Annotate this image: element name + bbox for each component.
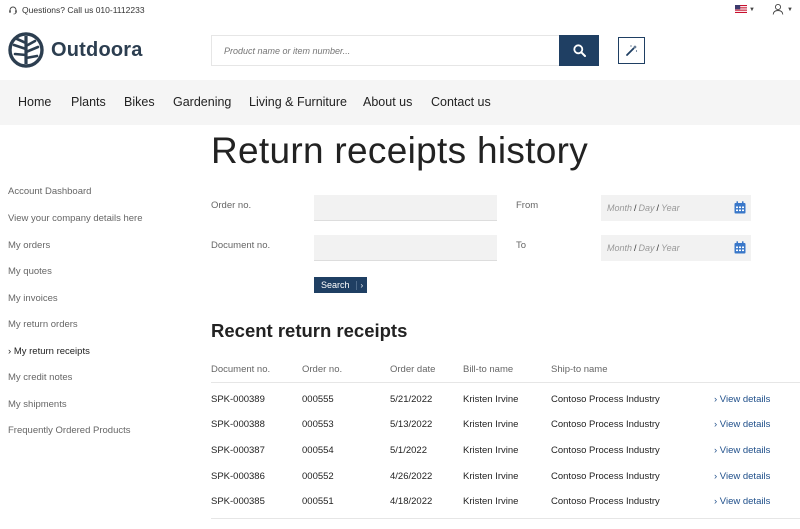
order-date-cell: 4/18/2022 (390, 496, 433, 507)
sidebar-item-account-dashboard[interactable]: Account Dashboard (8, 186, 91, 197)
outdoora-logo-icon (8, 32, 44, 68)
to-date-label: To (516, 240, 527, 251)
nav-item-home[interactable]: Home (18, 95, 51, 109)
order-no-cell: 000553 (302, 419, 334, 430)
search-button[interactable] (559, 35, 599, 66)
nav-item-gardening[interactable]: Gardening (173, 95, 231, 109)
page-title: Return receipts history (211, 130, 589, 171)
ship-to-cell: Contoso Process Industry (551, 445, 660, 456)
year-placeholder: Year (661, 203, 680, 213)
calendar-icon[interactable] (734, 201, 746, 214)
sidebar-item-my-orders[interactable]: My orders (8, 240, 50, 251)
support-phone: Questions? Call us 010-1112233 (8, 5, 145, 15)
view-details-link[interactable]: › View details (714, 445, 770, 456)
us-flag-icon[interactable] (735, 5, 747, 13)
quick-order-button[interactable] (618, 37, 645, 64)
ship-to-cell: Contoso Process Industry (551, 496, 660, 507)
nav-item-living-furniture[interactable]: Living & Furniture (249, 95, 347, 109)
view-details-link[interactable]: › View details (714, 471, 770, 482)
order-no-input[interactable] (314, 195, 497, 221)
bill-to-cell: Kristen Irvine (463, 394, 519, 405)
ship-to-cell: Contoso Process Industry (551, 419, 660, 430)
support-phone-text: Questions? Call us 010-1112233 (22, 5, 145, 15)
nav-item-contact-us[interactable]: Contact us (431, 95, 491, 109)
sidebar-item-my-invoices[interactable]: My invoices (8, 293, 58, 304)
filter-search-label: Search (321, 280, 350, 290)
column-header-ship-to: Ship-to name (551, 364, 608, 375)
brand-logo[interactable]: Outdoora (8, 32, 143, 68)
document-no-cell: SPK-000388 (211, 419, 265, 430)
magic-wand-icon (626, 45, 638, 56)
date-separator: / (634, 203, 637, 213)
view-details-link[interactable]: › View details (714, 496, 770, 507)
recent-receipts-title: Recent return receipts (211, 320, 408, 341)
order-date-cell: 5/1/2022 (390, 445, 427, 456)
month-placeholder: Month (607, 203, 633, 213)
column-header-order-date: Order date (390, 364, 436, 375)
column-header-order-no: Order no. (302, 364, 343, 375)
language-chevron-down-icon[interactable]: ▼ (749, 7, 755, 13)
bill-to-cell: Kristen Irvine (463, 471, 519, 482)
month-placeholder: Month (607, 243, 633, 253)
document-no-cell: SPK-000385 (211, 496, 265, 507)
document-no-cell: SPK-000386 (211, 471, 265, 482)
sidebar-item-my-return-orders[interactable]: My return orders (8, 319, 78, 330)
filter-search-button[interactable]: Search › (314, 277, 368, 293)
chevron-right-icon: › (355, 280, 368, 290)
order-date-cell: 5/21/2022 (390, 394, 433, 405)
sidebar-item-frequently-ordered[interactable]: Frequently Ordered Products (8, 425, 131, 436)
order-no-cell: 000551 (302, 496, 334, 507)
year-placeholder: Year (661, 243, 680, 253)
from-date-label: From (516, 200, 539, 211)
sidebar-item-company-details[interactable]: View your company details here (8, 213, 142, 224)
column-header-bill-to: Bill-to name (463, 364, 514, 375)
sidebar-item-my-quotes[interactable]: My quotes (8, 266, 52, 277)
order-no-cell: 000555 (302, 394, 334, 405)
sidebar-item-my-return-receipts[interactable]: › My return receipts (8, 346, 90, 357)
sidebar-item-my-shipments[interactable]: My shipments (8, 399, 67, 410)
ship-to-cell: Contoso Process Industry (551, 394, 660, 405)
order-date-cell: 5/13/2022 (390, 419, 433, 430)
day-placeholder: Day (638, 243, 655, 253)
view-details-link[interactable]: › View details (714, 419, 770, 430)
order-no-cell: 000552 (302, 471, 334, 482)
document-no-input[interactable] (314, 235, 497, 261)
document-no-cell: SPK-000387 (211, 445, 265, 456)
product-search-input[interactable] (211, 35, 559, 66)
date-separator: / (634, 243, 637, 253)
active-marker: › (8, 346, 12, 357)
document-no-cell: SPK-000389 (211, 394, 265, 405)
headset-icon (9, 6, 17, 15)
nav-item-bikes[interactable]: Bikes (124, 95, 155, 109)
search-icon (572, 44, 586, 57)
document-no-label: Document no. (211, 240, 271, 251)
order-no-label: Order no. (211, 200, 252, 211)
sidebar-item-label: My return receipts (13, 346, 90, 357)
main-navigation: Home Plants Bikes Gardening Living & Fur… (0, 80, 800, 125)
user-icon[interactable] (772, 3, 784, 15)
brand-name: Outdoora (51, 38, 143, 61)
nav-item-plants[interactable]: Plants (71, 95, 106, 109)
order-date-cell: 4/26/2022 (390, 471, 433, 482)
from-date-input[interactable]: Month / Day / Year (601, 195, 751, 221)
ship-to-cell: Contoso Process Industry (551, 471, 660, 482)
account-chevron-down-icon[interactable]: ▼ (787, 7, 793, 13)
sidebar-item-my-credit-notes[interactable]: My credit notes (8, 372, 72, 383)
table-header-divider (211, 382, 800, 383)
bill-to-cell: Kristen Irvine (463, 496, 519, 507)
top-utility-bar: Questions? Call us 010-1112233 ▼ ▼ (0, 0, 800, 22)
column-header-document-no: Document no. (211, 364, 271, 375)
view-details-link[interactable]: › View details (714, 394, 770, 405)
date-separator: / (656, 243, 660, 253)
order-no-cell: 000554 (302, 445, 334, 456)
bill-to-cell: Kristen Irvine (463, 445, 519, 456)
calendar-icon[interactable] (734, 241, 746, 254)
to-date-input[interactable]: Month / Day / Year (601, 235, 751, 261)
date-separator: / (656, 203, 660, 213)
table-bottom-divider (211, 518, 800, 519)
bill-to-cell: Kristen Irvine (463, 419, 519, 430)
nav-item-about-us[interactable]: About us (363, 95, 412, 109)
day-placeholder: Day (638, 203, 655, 213)
